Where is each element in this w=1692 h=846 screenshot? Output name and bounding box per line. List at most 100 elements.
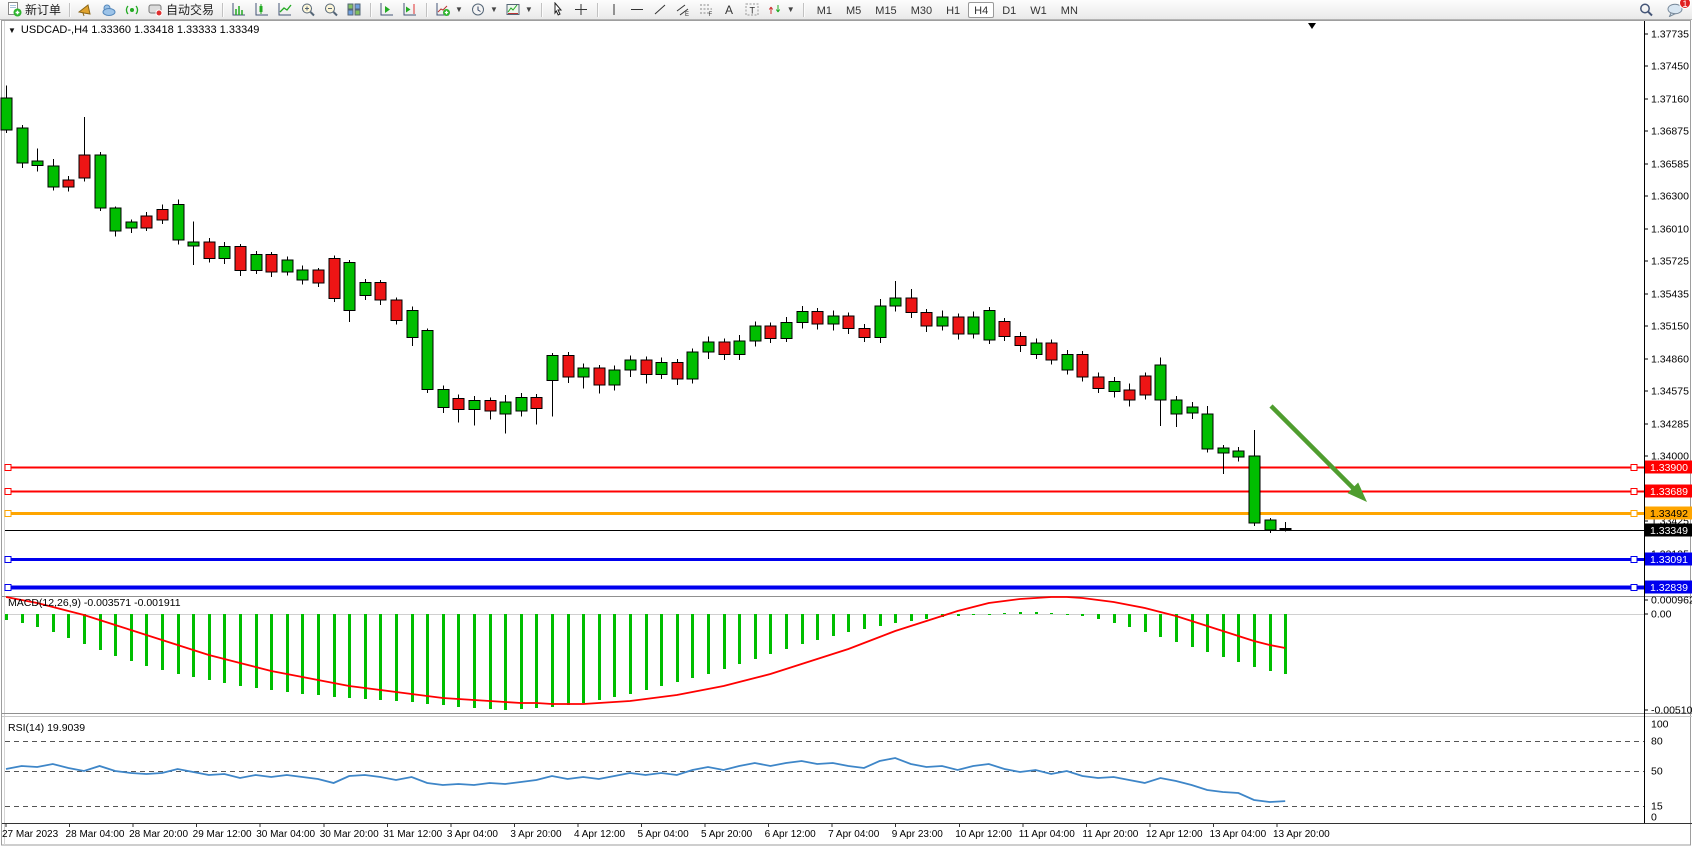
- trendline-button[interactable]: [649, 1, 671, 19]
- timeframe-button-M15[interactable]: M15: [869, 2, 902, 18]
- candle-body: [984, 310, 995, 340]
- time-tick-label: 28 Mar 04:00: [66, 829, 125, 840]
- vertical-line-button[interactable]: [603, 1, 625, 19]
- new-order-icon: [6, 2, 22, 17]
- megaphone-button[interactable]: [75, 1, 97, 19]
- line-handle[interactable]: [1631, 557, 1637, 563]
- macd-histogram-bar: [1097, 614, 1100, 619]
- text-label-icon: T: [744, 2, 760, 17]
- channel-button[interactable]: E: [672, 1, 694, 19]
- search-button[interactable]: [1635, 1, 1657, 19]
- line-handle[interactable]: [1631, 465, 1637, 471]
- chart-canvas[interactable]: 1.377351.374501.371601.368751.365851.363…: [0, 0, 1692, 846]
- crosshair-button[interactable]: [570, 1, 592, 19]
- chart-background[interactable]: [0, 20, 1692, 846]
- macd-histogram-bar: [1144, 614, 1147, 632]
- macd-histogram-bar: [629, 614, 632, 694]
- line-handle[interactable]: [1631, 585, 1637, 591]
- rsi-level-label: 50: [1651, 766, 1663, 778]
- candle-body: [1249, 456, 1260, 523]
- timeframe-button-M30[interactable]: M30: [905, 2, 938, 18]
- fibonacci-button[interactable]: F: [695, 1, 717, 19]
- macd-histogram-bar: [286, 614, 289, 692]
- auto-scroll-button[interactable]: [376, 1, 398, 19]
- notification-badge: 1: [1679, 0, 1691, 9]
- rsi-level-label: 80: [1651, 736, 1663, 748]
- text-label-button[interactable]: T: [741, 1, 763, 19]
- line-handle[interactable]: [5, 489, 11, 495]
- candle-body: [95, 155, 106, 208]
- candle-body: [422, 331, 433, 390]
- cursor-button[interactable]: [547, 1, 569, 19]
- candle-body: [79, 155, 90, 178]
- signals-button[interactable]: [121, 1, 143, 19]
- line-handle[interactable]: [5, 557, 11, 563]
- rsi-label: RSI(14) 19.9039: [8, 722, 85, 734]
- zoom-out-button[interactable]: [320, 1, 342, 19]
- text-button[interactable]: A: [718, 1, 740, 19]
- community-button[interactable]: [98, 1, 120, 19]
- timeframe-button-M5[interactable]: M5: [840, 2, 867, 18]
- candlestick-chart-button[interactable]: [251, 1, 273, 19]
- candle-body: [313, 270, 324, 283]
- rsi-level-label: 100: [1651, 719, 1669, 731]
- indicators-button[interactable]: ▼: [432, 1, 466, 19]
- macd-histogram-bar: [177, 614, 180, 674]
- svg-text:E: E: [685, 12, 689, 17]
- zoom-in-button[interactable]: [297, 1, 319, 19]
- candle-body: [173, 205, 184, 241]
- periods-button[interactable]: ▼: [467, 1, 501, 19]
- line-handle[interactable]: [1631, 489, 1637, 495]
- macd-histogram-bar: [863, 614, 866, 629]
- templates-button[interactable]: ▼: [502, 1, 536, 19]
- horizontal-line-button[interactable]: [626, 1, 648, 19]
- timeframe-button-W1[interactable]: W1: [1024, 2, 1053, 18]
- line-handle[interactable]: [5, 585, 11, 591]
- tile-windows-button[interactable]: [343, 1, 365, 19]
- macd-histogram-bar: [567, 614, 570, 705]
- chart-symbol-title[interactable]: ▼ USDCAD-,H4 1.33360 1.33418 1.33333 1.3…: [8, 24, 259, 36]
- line-handle[interactable]: [1631, 511, 1637, 517]
- candle-body: [110, 208, 121, 231]
- line-handle[interactable]: [5, 465, 11, 471]
- macd-histogram-bar: [83, 614, 86, 644]
- candle-body: [1015, 336, 1026, 345]
- crosshair-icon: [573, 2, 589, 17]
- macd-histogram-bar: [364, 614, 367, 699]
- time-tick-label: 10 Apr 12:00: [955, 829, 1012, 840]
- line-handle[interactable]: [5, 511, 11, 517]
- autotrading-button[interactable]: 自动交易: [144, 1, 217, 19]
- macd-histogram-bar: [785, 614, 788, 649]
- candle-body: [1202, 414, 1213, 449]
- macd-histogram-bar: [1081, 614, 1084, 616]
- timeframe-button-MN[interactable]: MN: [1055, 2, 1084, 18]
- time-tick-label: 11 Apr 04:00: [1019, 829, 1075, 840]
- new-order-label: 新订单: [25, 1, 61, 18]
- candle-body: [875, 306, 886, 338]
- time-tick-label: 29 Mar 12:00: [193, 829, 252, 840]
- timeframe-button-H1[interactable]: H1: [940, 2, 966, 18]
- toolbar: 新订单 自动交易 ▼ ▼ ▼ E F A T ▼: [0, 0, 1692, 20]
- new-order-button[interactable]: 新订单: [3, 1, 64, 19]
- candle-body: [953, 317, 964, 334]
- timeframe-button-M1[interactable]: M1: [811, 2, 838, 18]
- svg-text:T: T: [749, 6, 755, 16]
- timeframe-button-D1[interactable]: D1: [996, 2, 1022, 18]
- chevron-down-icon: ▼: [490, 5, 498, 14]
- candle-body: [360, 283, 371, 296]
- macd-histogram-bar: [645, 614, 648, 690]
- chart-shift-button[interactable]: [399, 1, 421, 19]
- candle-body: [63, 180, 74, 187]
- macd-histogram-bar: [114, 614, 117, 656]
- timeframe-button-H4[interactable]: H4: [968, 2, 994, 18]
- candle-body: [344, 262, 355, 310]
- bar-chart-button[interactable]: [228, 1, 250, 19]
- macd-histogram-bar: [1113, 614, 1116, 623]
- arrow-objects-icon: [767, 2, 783, 17]
- chat-button[interactable]: 1: [1663, 1, 1685, 19]
- arrow-objects-button[interactable]: ▼: [764, 1, 798, 19]
- line-chart-button[interactable]: [274, 1, 296, 19]
- candle-body: [157, 210, 168, 220]
- price-line-label: 1.33492: [1650, 508, 1688, 520]
- horizontal-line-icon: [629, 2, 645, 17]
